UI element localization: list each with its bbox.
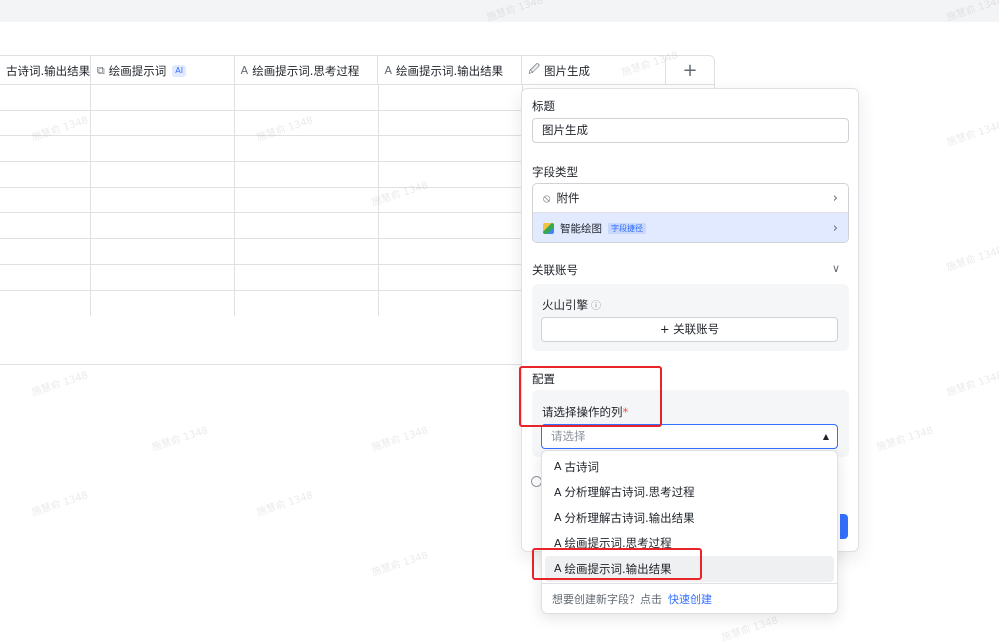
watermark: 施慧俞 1348 <box>875 425 935 454</box>
watermark: 施慧俞 1348 <box>150 425 210 454</box>
attachment-icon: 🖉 <box>528 63 540 76</box>
dropdown-option[interactable]: A 分析理解古诗词.思考过程 <box>545 480 834 506</box>
column-dropdown: A 古诗词 A 分析理解古诗词.思考过程 A 分析理解古诗词.输出结果 A 绘画提示词.… <box>541 450 838 614</box>
column-header[interactable]: ⧉ 绘画提示词 AI <box>91 56 235 85</box>
field-type-attachment[interactable]: ⦸ 附件 › <box>533 184 848 213</box>
watermark: 施慧俞 1348 <box>370 425 430 454</box>
title-label: 标题 <box>532 99 555 113</box>
watermark: 施慧俞 1348 <box>945 245 999 274</box>
watermark: 施慧俞 1348 <box>945 120 999 149</box>
linked-account-section: 火山引擎 ⓘ + 关联账号 <box>532 284 849 351</box>
caret-up-icon: ▲ <box>822 432 829 441</box>
watermark: 施慧俞 1348 <box>30 370 90 399</box>
text-field-icon: A <box>554 460 562 474</box>
watermark: 施慧俞 1348 <box>30 490 90 519</box>
linked-account-label: 关联账号 <box>532 263 578 277</box>
text-field-icon: A <box>384 64 392 77</box>
watermark: 施慧俞 1348 <box>945 370 999 399</box>
chevron-down-icon[interactable]: ∨ <box>832 262 840 275</box>
dropdown-footer: 想要创建新字段？点击 快速创建 <box>542 583 837 613</box>
annotation-box <box>532 548 702 580</box>
column-header[interactable]: A 绘画提示词.思考过程 <box>235 56 379 85</box>
engine-label: 火山引擎 ⓘ <box>542 298 601 312</box>
watermark: 施慧俞 1348 <box>255 490 315 519</box>
chevron-right-icon: › <box>832 220 838 236</box>
title-input[interactable]: 图片生成 <box>532 118 849 143</box>
column-header[interactable]: 古诗词.输出结果 <box>0 56 91 85</box>
text-field-icon: A <box>240 64 249 77</box>
dropdown-option[interactable]: A 分析理解古诗词.输出结果 <box>545 505 834 531</box>
column-select[interactable]: 请选择 ▲ <box>541 424 838 449</box>
top-bar <box>0 0 999 22</box>
column-header[interactable]: 🖉 图片生成 <box>522 56 667 85</box>
annotation-box <box>519 366 662 427</box>
watermark: 施慧俞 1348 <box>370 550 430 579</box>
ai-badge: AI <box>172 64 187 77</box>
attachment-icon: ⦸ <box>543 190 551 205</box>
field-type-selector: ⦸ 附件 › 智能绘图 字段捷径 › <box>532 183 849 243</box>
ai-field-icon: ⧉ <box>96 63 105 77</box>
text-field-icon: A <box>554 511 562 525</box>
watermark: 施慧俞 1348 <box>720 615 780 642</box>
field-type-label: 字段类型 <box>532 165 578 179</box>
grid-header: 古诗词.输出结果 ⧉ 绘画提示词 AI A 绘画提示词.思考过程 A 绘画提示词… <box>0 56 714 85</box>
ai-paint-icon <box>543 222 554 234</box>
column-header[interactable]: A 绘画提示词.输出结果 <box>378 56 523 85</box>
quick-create-link[interactable]: 快速创建 <box>668 591 712 607</box>
info-icon[interactable]: ⓘ <box>591 301 601 312</box>
field-type-ai-paint[interactable]: 智能绘图 字段捷径 › <box>533 213 848 242</box>
field-shortcut-badge: 字段捷径 <box>608 222 646 234</box>
add-column-button[interactable]: + <box>666 56 714 85</box>
add-account-button[interactable]: + 关联账号 <box>541 317 838 342</box>
confirm-button[interactable] <box>840 514 848 539</box>
dropdown-option[interactable]: A 古诗词 <box>545 454 834 480</box>
text-field-icon: A <box>554 485 562 499</box>
chevron-right-icon: › <box>832 190 838 206</box>
